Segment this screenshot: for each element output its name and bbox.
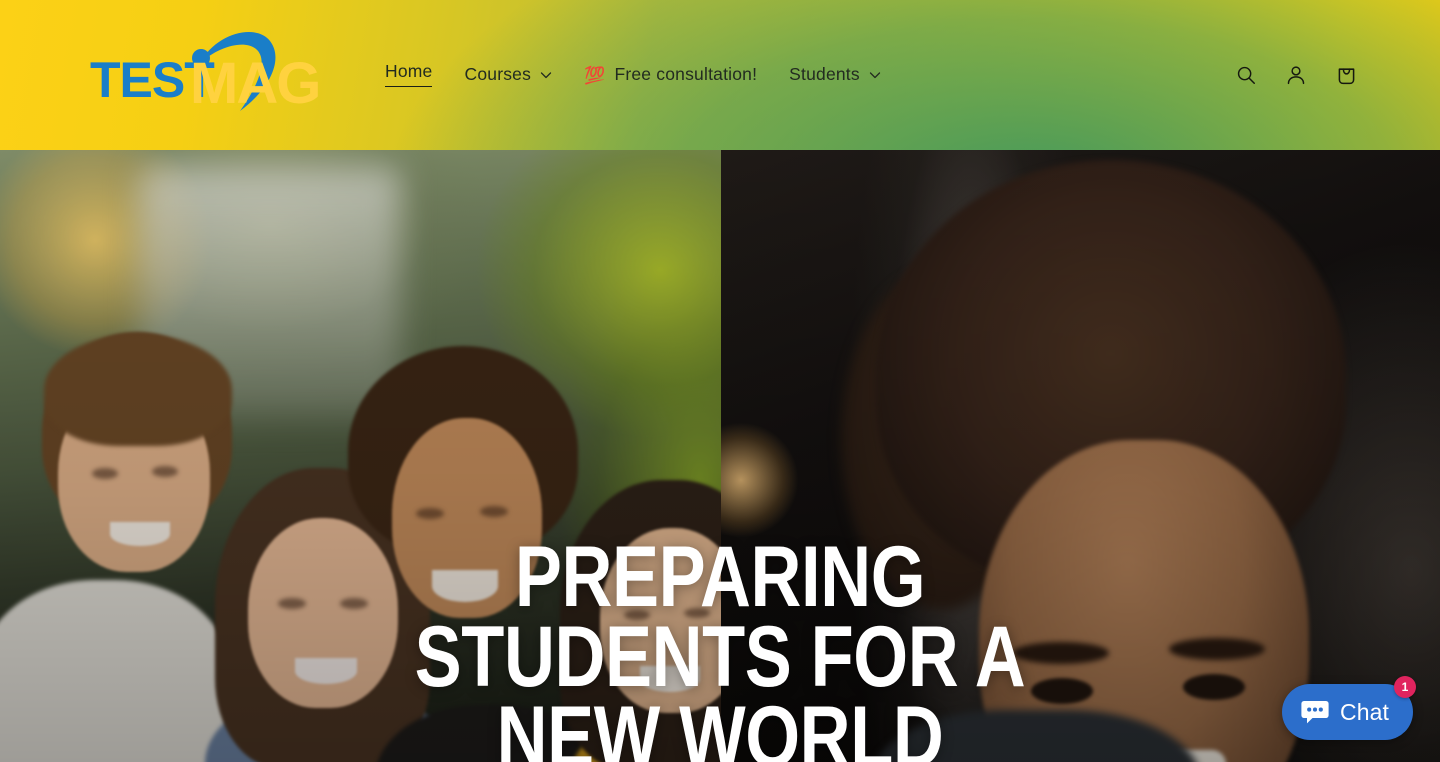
hundred-points-icon: 💯 [584,65,606,85]
main-navigation: Home Courses 💯 Free consultation! Studen… [369,0,897,150]
account-icon[interactable] [1274,53,1318,97]
shopify-chat-widget: Chat 1 [1282,676,1416,740]
svg-text:MAGIC: MAGIC [190,51,323,116]
nav-item-home[interactable]: Home [369,0,448,150]
nav-item-courses-label: Courses [464,64,532,85]
nav-item-home-label: Home [385,63,433,87]
nav-item-free-consultation[interactable]: 💯 Free consultation! [568,0,773,150]
nav-item-students[interactable]: Students [773,0,897,150]
site-logo[interactable]: TEST MAGIC [88,25,323,125]
nav-item-students-label: Students [789,64,860,85]
chevron-down-icon [540,69,552,81]
hero-content: Preparing students for a new world [0,150,1440,762]
chat-unread-badge: 1 [1394,676,1416,698]
hero-banner: Preparing students for a new world [0,150,1440,762]
chat-button[interactable]: Chat [1282,684,1413,740]
chevron-down-icon [869,69,881,81]
nav-item-courses[interactable]: Courses [448,0,568,150]
cart-icon[interactable] [1324,53,1368,97]
chat-button-label: Chat [1340,698,1389,725]
nav-item-free-consultation-label: Free consultation! [614,64,758,85]
header-icon-group [1224,53,1368,97]
chat-bubble-icon [1300,697,1330,727]
site-header: TEST MAGIC Home Courses 💯 Free consultat… [0,0,1440,150]
logo-svg: TEST MAGIC [90,32,323,116]
hero-title: Preparing students for a new world [414,529,1026,762]
search-icon[interactable] [1224,53,1268,97]
